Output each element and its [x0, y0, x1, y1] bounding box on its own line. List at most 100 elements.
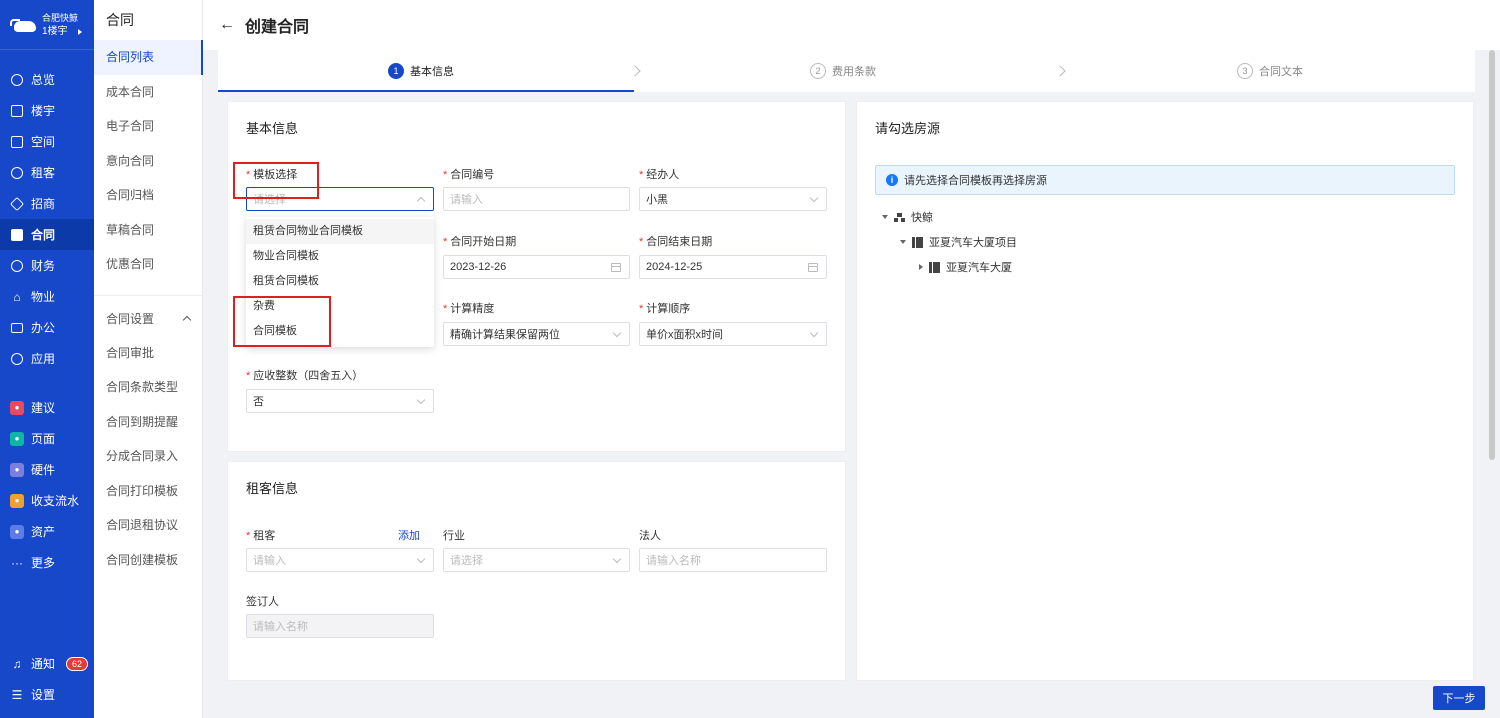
- handler-select[interactable]: 小黑: [639, 187, 827, 211]
- order-select[interactable]: 单价x面积x时间: [639, 322, 827, 346]
- nav-item-contract[interactable]: 合同: [0, 219, 94, 250]
- nav-item-office[interactable]: 办公: [0, 312, 94, 343]
- chevron-right-icon: [629, 65, 641, 77]
- calendar-icon: [611, 263, 621, 272]
- assets-icon: ●: [10, 524, 24, 539]
- chevron-down-icon: [416, 196, 426, 206]
- nav-item-settings[interactable]: ☰ 设置: [0, 679, 94, 710]
- step-contract-text[interactable]: 3 合同文本: [1237, 50, 1303, 92]
- nav-item-apps[interactable]: 应用: [0, 343, 94, 374]
- org-icon: [894, 212, 905, 222]
- subnav-item-expiry-reminder[interactable]: 合同到期提醒: [94, 405, 202, 440]
- nav-item-leasing[interactable]: 招商: [0, 188, 94, 219]
- caret-down-icon: [900, 240, 906, 244]
- rounding-select[interactable]: 否: [246, 389, 434, 413]
- start-date-label: * 合同开始日期: [443, 236, 517, 248]
- subnav-item-print-template[interactable]: 合同打印模板: [94, 474, 202, 509]
- annotation-box: [233, 162, 319, 199]
- back-arrow-icon[interactable]: ←: [219, 16, 235, 34]
- subnav-item-approval[interactable]: 合同审批: [94, 336, 202, 371]
- handler-label: * 经办人: [639, 169, 680, 181]
- chevron-right-icon: [1054, 65, 1066, 77]
- subnav-item-e-contract[interactable]: 电子合同: [94, 109, 202, 144]
- subnav-item-archive[interactable]: 合同归档: [94, 178, 202, 213]
- nav-app-hardware[interactable]: ● 硬件: [0, 454, 94, 485]
- menu-icon: ☰: [11, 687, 23, 702]
- chevron-up-icon: [182, 315, 192, 325]
- chevron-down-icon: [416, 554, 426, 564]
- caret-right-icon: [919, 264, 923, 270]
- dropdown-option[interactable]: 租赁合同模板: [246, 269, 434, 294]
- subnav-item-clause-type[interactable]: 合同条款类型: [94, 370, 202, 405]
- nav-app-suggestion[interactable]: ● 建议: [0, 392, 94, 423]
- nav-item-notify[interactable]: ♫ 通知 62: [0, 648, 94, 679]
- sub-nav: 合同 合同列表 成本合同 电子合同 意向合同 合同归档 草稿合同 优惠合同 合同…: [94, 0, 203, 718]
- next-step-button[interactable]: 下一步: [1433, 686, 1485, 710]
- main-nav: 合肥快鲸 1楼宇 总览 楼宇 空间 租客 招商 合同 财务 ⌂ 物业 办公 应用 …: [0, 0, 94, 718]
- nav-item-tenant[interactable]: 租客: [0, 157, 94, 188]
- subnav-item-draft[interactable]: 草稿合同: [94, 213, 202, 248]
- contract-icon: [10, 228, 24, 242]
- step-number: 1: [388, 63, 404, 79]
- subnav-item-contract-list[interactable]: 合同列表: [94, 40, 203, 75]
- tenant-label: * 租客: [246, 530, 276, 542]
- subnav-group-settings[interactable]: 合同设置: [94, 302, 202, 336]
- dropdown-option[interactable]: 物业合同模板: [246, 244, 434, 269]
- end-date-picker[interactable]: 2024-12-25: [639, 255, 827, 279]
- add-tenant-link[interactable]: 添加: [398, 527, 420, 543]
- finance-icon: [10, 259, 24, 273]
- precision-select[interactable]: 精确计算结果保留两位: [443, 322, 630, 346]
- subnav-item-intent-contract[interactable]: 意向合同: [94, 144, 202, 179]
- building-selector[interactable]: 1楼宇: [42, 25, 68, 39]
- dropdown-option[interactable]: 租赁合同物业合同模板: [246, 219, 434, 244]
- legal-input[interactable]: 请输入名称: [639, 548, 827, 572]
- annotation-box: [233, 296, 331, 347]
- whale-logo-icon: [10, 17, 36, 33]
- chevron-down-icon: [416, 395, 426, 405]
- cube-icon: [10, 135, 24, 149]
- hardware-icon: ●: [10, 462, 24, 477]
- nav-item-building[interactable]: 楼宇: [0, 95, 94, 126]
- rounding-label: * 应收整数（四舍五入）: [246, 370, 364, 382]
- page-header: ← 创建合同: [203, 0, 1500, 50]
- legal-label: 法人: [639, 530, 661, 542]
- nav-app-assets[interactable]: ● 资产: [0, 516, 94, 547]
- signer-label: 签订人: [246, 596, 279, 608]
- nav-item-space[interactable]: 空间: [0, 126, 94, 157]
- nav-app-cashflow[interactable]: ● 收支流水: [0, 485, 94, 516]
- subnav-title: 合同: [106, 12, 134, 28]
- subnav-item-cost-contract[interactable]: 成本合同: [94, 75, 202, 110]
- page-icon: ●: [10, 431, 24, 446]
- house-title: 请勾选房源: [875, 121, 941, 136]
- brand[interactable]: 合肥快鲸 1楼宇: [0, 0, 94, 50]
- nav-item-more[interactable]: ··· 更多: [0, 547, 94, 578]
- divider: [94, 282, 202, 296]
- subnav-item-create-template[interactable]: 合同创建模板: [94, 543, 202, 578]
- subnav-item-discount[interactable]: 优惠合同: [94, 247, 202, 282]
- subnav-item-termination[interactable]: 合同退租协议: [94, 508, 202, 543]
- calendar-icon: [808, 263, 818, 272]
- suggestion-icon: ●: [10, 400, 24, 415]
- chevron-down-icon: [612, 554, 622, 564]
- tree-node-project[interactable]: 亚夏汽车大厦项目: [900, 234, 1017, 250]
- nav-item-property[interactable]: ⌂ 物业: [0, 281, 94, 312]
- step-basic-info[interactable]: 1 基本信息: [388, 50, 454, 92]
- building-icon: [912, 236, 923, 248]
- caret-right-icon: [77, 28, 82, 35]
- tenant-select[interactable]: 请输入: [246, 548, 434, 572]
- step-fee-terms[interactable]: 2 费用条款: [810, 50, 876, 92]
- steps-bar: 1 基本信息 2 费用条款 3 合同文本: [218, 50, 1475, 92]
- industry-select[interactable]: 请选择: [443, 548, 630, 572]
- order-label: * 计算顺序: [639, 303, 691, 315]
- contract-no-input[interactable]: 请输入: [443, 187, 630, 211]
- subnav-item-revenue-share[interactable]: 分成合同录入: [94, 439, 202, 474]
- nav-item-finance[interactable]: 财务: [0, 250, 94, 281]
- info-icon: i: [886, 174, 898, 186]
- start-date-picker[interactable]: 2023-12-26: [443, 255, 630, 279]
- scrollbar[interactable]: [1489, 50, 1495, 460]
- nav-item-overview[interactable]: 总览: [0, 64, 94, 95]
- nav-app-page[interactable]: ● 页面: [0, 423, 94, 454]
- tree-node-root[interactable]: 快鲸: [882, 209, 933, 225]
- tree-node-building[interactable]: 亚夏汽车大厦: [919, 259, 1012, 275]
- signer-input[interactable]: 请输入名称: [246, 614, 434, 638]
